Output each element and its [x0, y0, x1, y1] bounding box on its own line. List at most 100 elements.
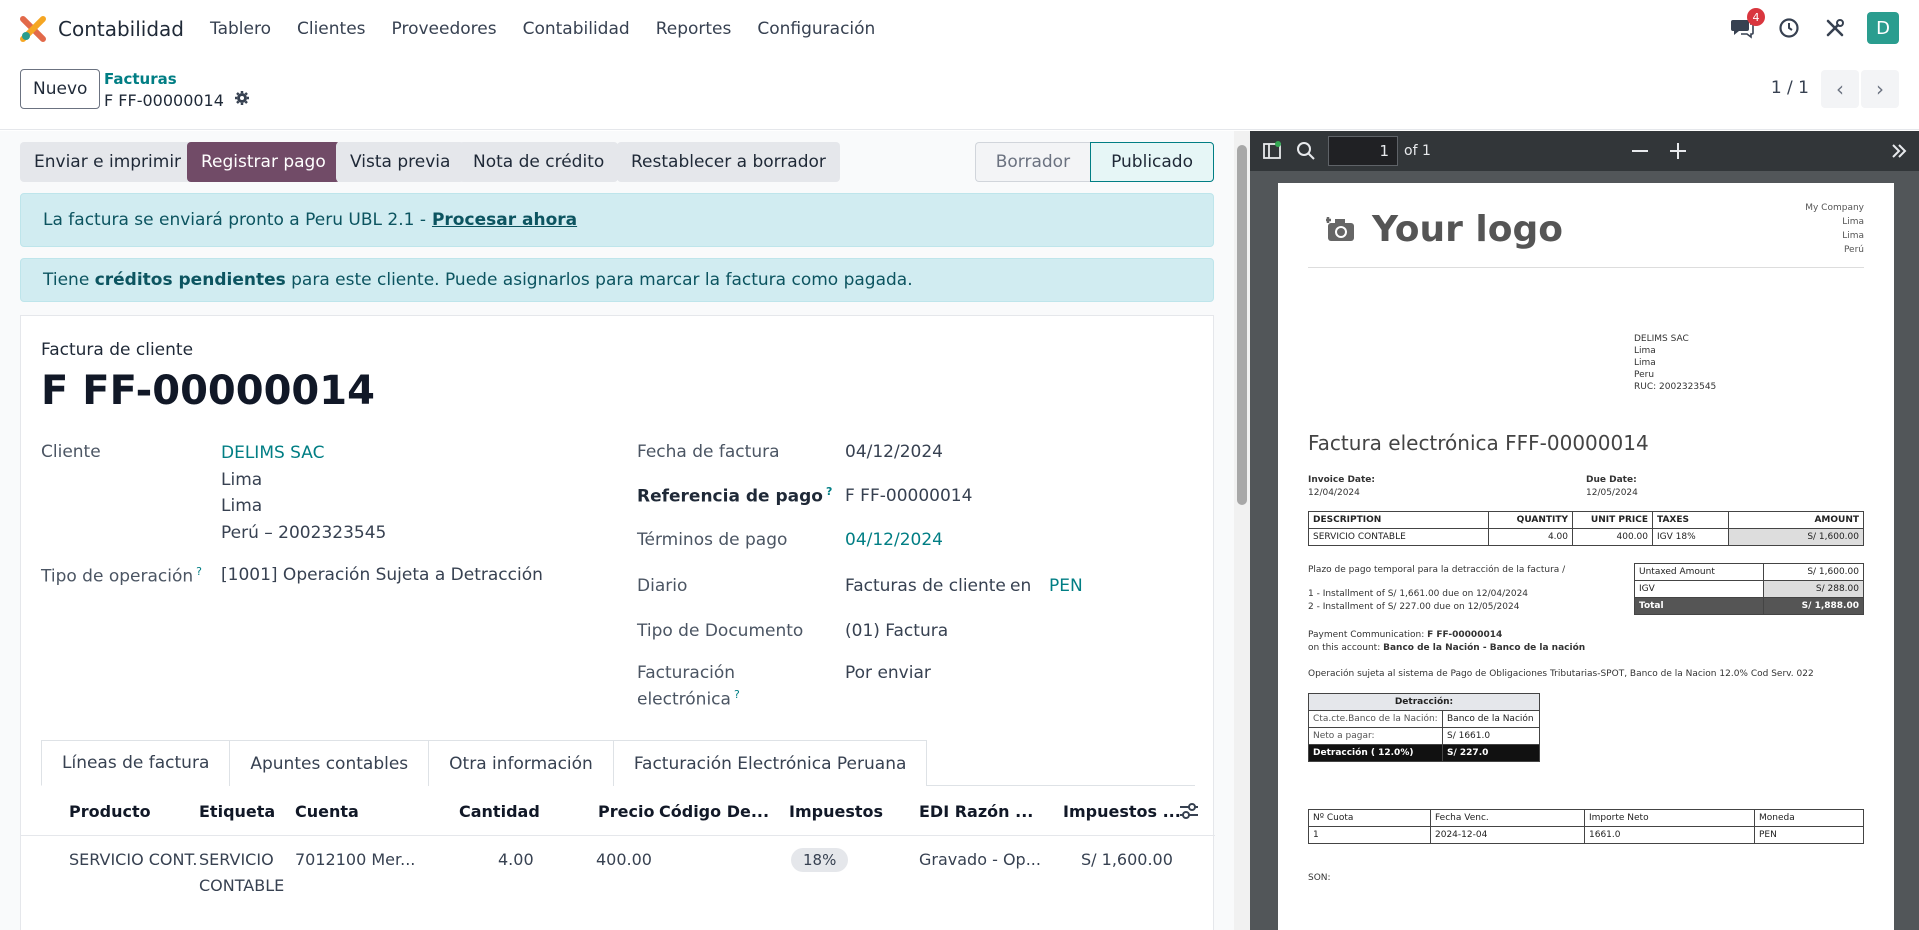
- pager-value[interactable]: 1 / 1: [1771, 78, 1809, 98]
- line-edi-reason[interactable]: Gravado - Op...: [919, 850, 1041, 869]
- tab-other-info[interactable]: Otra información: [428, 740, 614, 786]
- tab-peru-einvoicing[interactable]: Facturación Electrónica Peruana: [612, 740, 928, 786]
- pdf-plazo-text: Plazo de pago temporal para la detracció…: [1308, 565, 1566, 575]
- invoice-date-value[interactable]: 04/12/2024: [845, 442, 943, 462]
- menu-clientes[interactable]: Clientes: [297, 19, 366, 39]
- operation-type-label-text: Tipo de operación: [41, 566, 194, 587]
- sidebar-toggle-icon[interactable]: [1262, 141, 1282, 165]
- tools-icon[interactable]: [1821, 14, 1849, 42]
- col-label[interactable]: Etiqueta: [199, 802, 275, 821]
- app-title[interactable]: Contabilidad: [58, 17, 184, 41]
- col-tax-amount[interactable]: Impuestos ...: [1063, 802, 1181, 821]
- doc-type-label: Tipo de Documento: [637, 621, 804, 641]
- menu-proveedores[interactable]: Proveedores: [392, 19, 497, 39]
- tab-invoice-lines[interactable]: Líneas de factura: [41, 740, 231, 786]
- einvoice-state-value: Por enviar: [845, 663, 931, 683]
- process-now-link[interactable]: Procesar ahora: [432, 210, 577, 230]
- state-posted[interactable]: Publicado: [1090, 142, 1214, 182]
- line-tax-badge[interactable]: 18%: [791, 848, 849, 872]
- pdf-invoice-date: 12/04/2024: [1308, 488, 1360, 498]
- pdf-quota-number: 1: [1308, 826, 1431, 844]
- pager-next-button[interactable]: ›: [1861, 70, 1899, 108]
- zoom-in-icon[interactable]: [1668, 141, 1688, 165]
- menu-configuracion[interactable]: Configuración: [757, 19, 875, 39]
- pdf-igv-value: S/ 288.00: [1762, 580, 1865, 598]
- col-code[interactable]: Código De...: [659, 802, 769, 821]
- gear-icon[interactable]: [234, 90, 250, 110]
- pdf-line-amount: S/ 1,600.00: [1728, 528, 1864, 546]
- zoom-out-icon[interactable]: [1632, 150, 1648, 152]
- pdf-line-description: SERVICIO CONTABLE: [1308, 528, 1489, 546]
- payment-ref-value[interactable]: F FF-00000014: [845, 486, 972, 506]
- pdf-page-count: of 1: [1404, 143, 1431, 159]
- menu-reportes[interactable]: Reportes: [656, 19, 732, 39]
- credit-alert: Tiene créditos pendientes para este clie…: [20, 258, 1214, 302]
- pdf-page: Your logo My Company Lima Lima Perú DELI…: [1278, 183, 1894, 930]
- preview-button[interactable]: Vista previa: [336, 142, 465, 182]
- help-icon[interactable]: ?: [196, 565, 202, 578]
- invoice-name: F FF-00000014: [41, 368, 375, 414]
- col-taxes[interactable]: Impuestos: [789, 802, 883, 821]
- breadcrumb-current: F FF-00000014: [104, 90, 250, 110]
- line-quantity[interactable]: 4.00: [498, 850, 534, 869]
- pdf-col-quantity: QUANTITY: [1488, 511, 1573, 529]
- pdf-quota-amount: 1661.0: [1584, 826, 1755, 844]
- col-product[interactable]: Producto: [69, 802, 151, 821]
- col-edi-reason[interactable]: EDI Razón ...: [919, 802, 1033, 821]
- state-draft[interactable]: Borrador: [974, 142, 1091, 182]
- pdf-line-quantity: 4.00: [1488, 528, 1573, 546]
- user-avatar[interactable]: D: [1867, 12, 1899, 44]
- clock-icon[interactable]: [1775, 14, 1803, 42]
- pdf-company-state: Lima: [1842, 231, 1864, 241]
- chat-icon[interactable]: 4: [1729, 8, 1765, 42]
- operation-type-value[interactable]: [1001] Operación Sujeta a Detracción: [221, 565, 543, 585]
- customer-city: Lima: [221, 470, 263, 490]
- help-icon[interactable]: ?: [826, 485, 832, 498]
- form-sheet: Factura de cliente F FF-00000014 Cliente…: [20, 315, 1215, 930]
- payment-ref-label: Referencia de pago?: [637, 485, 832, 507]
- customer-link[interactable]: DELIMS SAC: [221, 443, 325, 463]
- line-account[interactable]: 7012100 Mer...: [295, 850, 415, 869]
- tab-journal-items[interactable]: Apuntes contables: [229, 740, 430, 786]
- credit-note-button[interactable]: Nota de crédito: [459, 142, 619, 182]
- operation-type-label: Tipo de operación?: [41, 565, 202, 587]
- scroll-thumb[interactable]: [1237, 145, 1247, 505]
- search-icon[interactable]: [1296, 141, 1316, 165]
- menu-tablero[interactable]: Tablero: [210, 19, 271, 39]
- send-print-button[interactable]: Enviar e imprimir: [20, 142, 196, 182]
- help-icon[interactable]: ?: [734, 688, 740, 701]
- table-row[interactable]: SERVICIO CONT. SERVICIO CONTABLE 7012100…: [21, 836, 1215, 908]
- pdf-partner-city: Lima: [1634, 346, 1656, 356]
- pdf-untaxed-value: S/ 1,600.00: [1762, 563, 1865, 581]
- pdf-quota-col-number: Nº Cuota: [1308, 809, 1431, 827]
- breadcrumb-facturas[interactable]: Facturas: [104, 70, 177, 88]
- col-quantity[interactable]: Cantidad: [459, 802, 540, 821]
- doc-type-value[interactable]: (01) Factura: [845, 621, 948, 641]
- col-account[interactable]: Cuenta: [295, 802, 359, 821]
- pdf-due-date: 12/05/2024: [1586, 488, 1638, 498]
- reset-draft-button[interactable]: Restablecer a borrador: [617, 142, 840, 182]
- app-logo-icon[interactable]: [20, 16, 46, 42]
- credit-alert-bold[interactable]: créditos pendientes: [95, 270, 286, 290]
- journal-value[interactable]: Facturas de cliente: [845, 576, 1006, 596]
- new-button[interactable]: Nuevo: [20, 69, 101, 109]
- form-scrollbar[interactable]: [1234, 131, 1250, 930]
- pdf-quota-currency: PEN: [1754, 826, 1864, 844]
- currency-value[interactable]: PEN: [1049, 576, 1083, 596]
- line-label-1[interactable]: SERVICIO: [199, 850, 274, 869]
- col-price[interactable]: Precio: [598, 802, 654, 821]
- menu-contabilidad[interactable]: Contabilidad: [523, 19, 630, 39]
- form-view: Enviar e imprimir Registrar pago Vista p…: [0, 131, 1234, 930]
- line-product[interactable]: SERVICIO CONT.: [69, 850, 197, 869]
- pdf-igv-label: IGV: [1634, 580, 1764, 598]
- double-chevron-right-icon[interactable]: [1890, 142, 1908, 164]
- register-payment-button[interactable]: Registrar pago: [187, 142, 340, 182]
- pdf-page-input[interactable]: 1: [1328, 136, 1398, 166]
- line-price[interactable]: 400.00: [596, 850, 652, 869]
- column-settings-icon[interactable]: [1179, 802, 1199, 824]
- pdf-quota-date: 2024-12-04: [1430, 826, 1585, 844]
- pdf-partner-ruc: RUC: 2002323545: [1634, 382, 1717, 392]
- payment-terms-value[interactable]: 04/12/2024: [845, 530, 943, 550]
- line-label-2[interactable]: CONTABLE: [199, 876, 284, 895]
- pager-previous-button[interactable]: ‹: [1821, 70, 1859, 108]
